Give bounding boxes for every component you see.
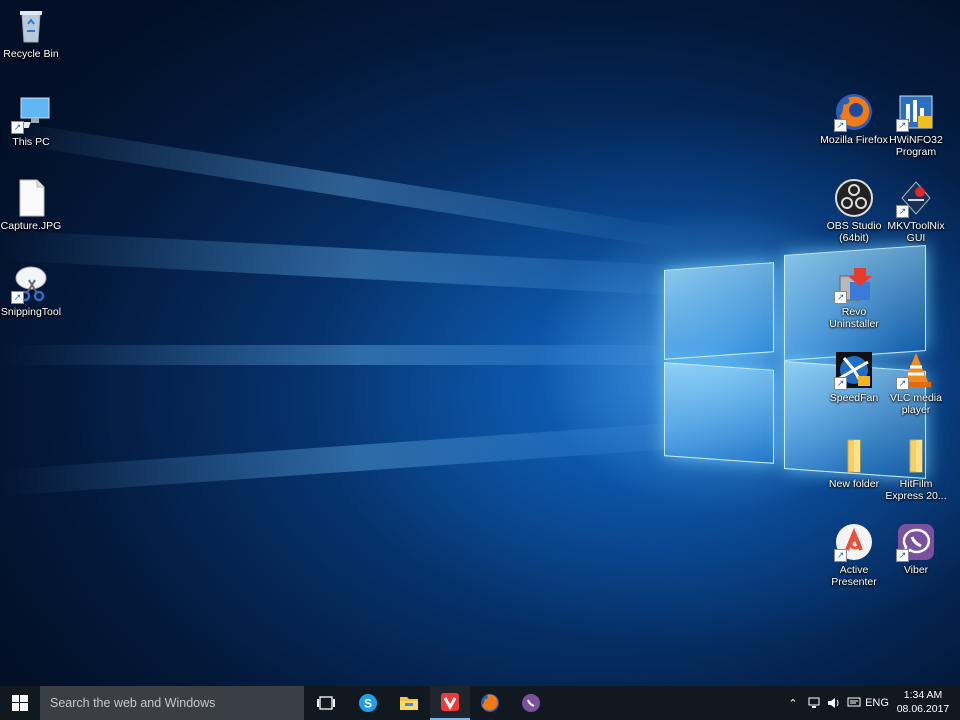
shortcut-arrow-icon: ↗: [896, 119, 909, 132]
desktop-icon-hwinfo[interactable]: ↗ HWiNFO32 Program: [880, 92, 952, 158]
language-indicator[interactable]: ENG: [864, 686, 890, 720]
firefox-icon: ↗: [834, 92, 874, 132]
taskbar-file-explorer[interactable]: [389, 686, 429, 720]
icon-label: This PC: [12, 136, 50, 148]
shortcut-arrow-icon: ↗: [11, 121, 24, 134]
desktop-icon-mkvtoolnix[interactable]: ↗ MKVToolNix GUI: [880, 178, 952, 244]
vivaldi-icon: [441, 693, 459, 711]
mkvtoolnix-icon: ↗: [896, 178, 936, 218]
task-view-button[interactable]: [306, 686, 346, 720]
clock-date: 08.06.2017: [896, 703, 950, 715]
notification-icon: [847, 697, 861, 707]
show-hidden-icons-button[interactable]: ⌃: [784, 686, 802, 720]
chevron-up-icon: ⌃: [788, 697, 798, 710]
shortcut-arrow-icon: ↗: [834, 549, 847, 562]
search-placeholder: Search the web and Windows: [50, 696, 216, 710]
icon-label: HitFilm Express 20...: [885, 478, 947, 502]
desktop-icon-vlc[interactable]: ↗ VLC media player: [880, 350, 952, 416]
folder-icon: [896, 436, 936, 476]
recycle-bin-icon: [11, 6, 51, 46]
shortcut-arrow-icon: ↗: [896, 549, 909, 562]
clock-time: 1:34 AM: [903, 689, 943, 701]
taskbar-viber[interactable]: [511, 686, 551, 720]
network-icon: [808, 697, 820, 708]
taskbar-vivaldi[interactable]: [430, 686, 470, 720]
desktop-icon-hitfilm[interactable]: HitFilm Express 20...: [880, 436, 952, 502]
desktop-icon-capture-jpg[interactable]: Capture.JPG: [0, 178, 67, 232]
active-presenter-icon: ↗: [834, 522, 874, 562]
desktop-icon-snipping-tool[interactable]: ↗ SnippingTool: [0, 264, 67, 318]
shortcut-arrow-icon: ↗: [896, 377, 909, 390]
shortcut-arrow-icon: ↗: [834, 119, 847, 132]
start-button[interactable]: [0, 686, 40, 720]
speedfan-icon: ↗: [834, 350, 874, 390]
volume-button[interactable]: [824, 686, 844, 720]
icon-label: HWiNFO32 Program: [889, 134, 943, 158]
desktop-icon-revo-uninstaller[interactable]: ↗ Revo Uninstaller: [818, 264, 890, 330]
icon-label: Capture.JPG: [0, 220, 62, 232]
computer-icon: ↗: [4, 94, 51, 134]
skype-icon: S: [359, 694, 377, 712]
file-explorer-icon: [400, 697, 418, 710]
image-file-icon: [11, 178, 51, 218]
icon-label: VLC media player: [890, 392, 942, 416]
light-beam: [0, 419, 720, 496]
light-beam: [0, 230, 720, 298]
shortcut-arrow-icon: ↗: [834, 291, 847, 304]
viber-icon: [522, 694, 540, 712]
desktop-icon-this-pc[interactable]: ↗ This PC: [0, 94, 67, 148]
search-box[interactable]: Search the web and Windows: [40, 686, 304, 720]
task-view-icon: [317, 696, 335, 710]
hwinfo-icon: ↗: [896, 92, 936, 132]
svg-text:S: S: [364, 697, 372, 711]
icon-label: Viber: [903, 564, 929, 576]
obs-icon: [834, 178, 874, 218]
shortcut-arrow-icon: ↗: [834, 377, 847, 390]
network-button[interactable]: [804, 686, 824, 720]
clock[interactable]: 1:34 AM 08.06.2017: [888, 688, 958, 716]
taskbar: Search the web and Windows S ⌃ ENG 1:34 …: [0, 686, 960, 720]
icon-label: SnippingTool: [0, 306, 62, 318]
scissors-icon: ↗: [11, 264, 51, 304]
desktop-icon-viber[interactable]: ↗ Viber: [880, 522, 952, 576]
taskbar-firefox[interactable]: [470, 686, 510, 720]
viber-icon: ↗: [896, 522, 936, 562]
folder-icon: [834, 436, 874, 476]
action-center-button[interactable]: [844, 686, 864, 720]
taskbar-skype[interactable]: S: [348, 686, 388, 720]
revo-icon: ↗: [834, 264, 874, 304]
light-beam: [0, 345, 720, 365]
icon-label: MKVToolNix GUI: [887, 220, 945, 244]
vlc-icon: ↗: [896, 350, 936, 390]
speaker-icon: [828, 698, 839, 708]
firefox-icon: [481, 694, 499, 712]
icon-label: Revo Uninstaller: [829, 306, 879, 330]
shortcut-arrow-icon: ↗: [11, 291, 24, 304]
desktop-icon-recycle-bin[interactable]: Recycle Bin: [0, 6, 67, 60]
icon-label: Recycle Bin: [3, 48, 59, 60]
shortcut-arrow-icon: ↗: [896, 205, 909, 218]
light-beam: [0, 120, 694, 252]
desktop-background: Recycle Bin ↗ This PC Capture.JPG ↗ Snip…: [0, 0, 960, 686]
windows-start-icon: [12, 695, 28, 711]
